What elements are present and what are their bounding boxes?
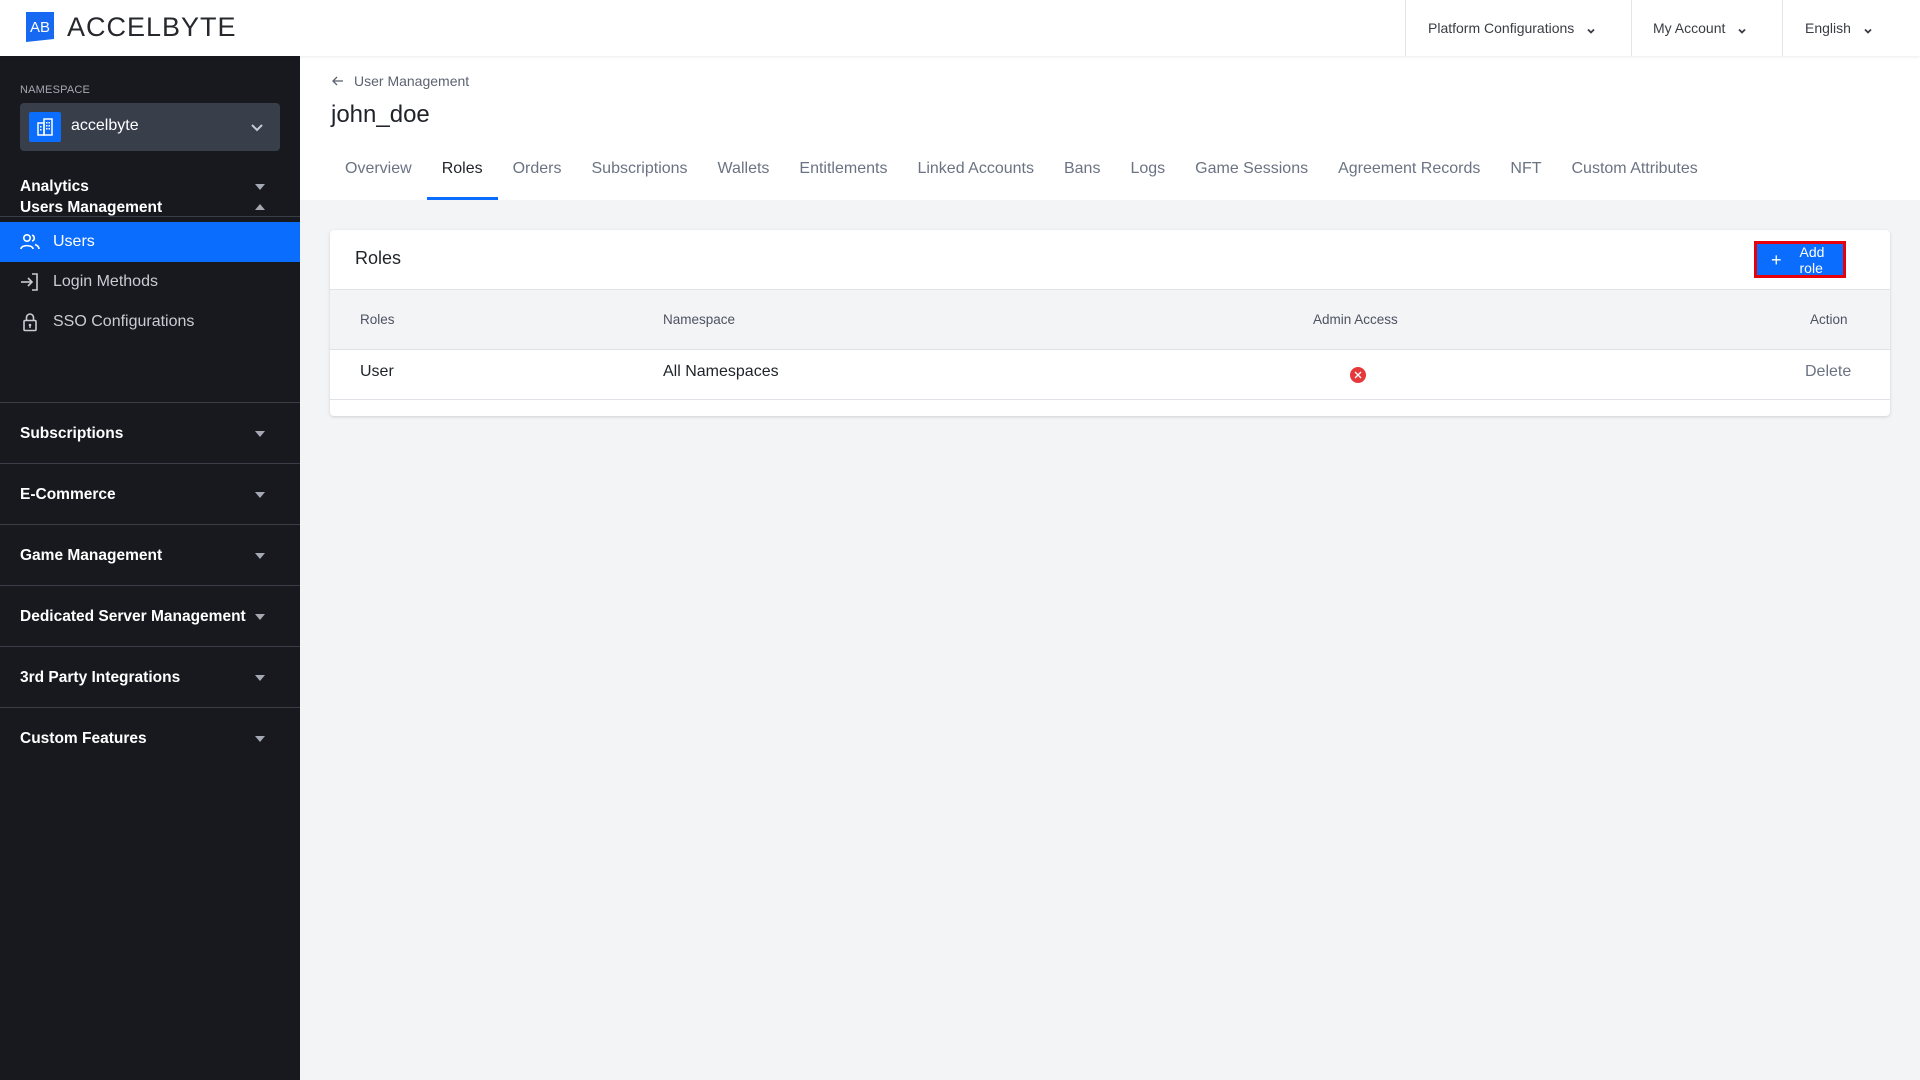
sidebar-section-e-commerce[interactable]: E-Commerce (0, 464, 300, 525)
section-label: E-Commerce (20, 486, 116, 503)
sidebar: NAMESPACE accelbyte Analytics Users Mana… (0, 56, 300, 1080)
breadcrumb-label: User Management (354, 73, 470, 89)
tab-nft[interactable]: NFT (1510, 160, 1541, 200)
plus-icon: + (1771, 249, 1782, 270)
sidebar-item-label: Login Methods (53, 273, 158, 290)
tab-linked-accounts[interactable]: Linked Accounts (917, 160, 1034, 200)
page-header: User Management john_doe Overview Roles … (300, 56, 1920, 200)
section-label: Users Management (20, 199, 163, 216)
platform-configurations-label: Platform Configurations (1428, 20, 1575, 36)
caret-down-icon (255, 431, 265, 437)
tab-overview[interactable]: Overview (345, 160, 412, 200)
chevron-down-icon (250, 120, 264, 139)
sidebar-section-custom-features[interactable]: Custom Features (0, 708, 300, 769)
chevron-down-icon (1863, 23, 1873, 34)
tab-orders[interactable]: Orders (513, 160, 562, 200)
tab-subscriptions[interactable]: Subscriptions (592, 160, 688, 200)
roles-card: Roles + Add role Roles Namespace Admin A… (330, 230, 1890, 416)
sidebar-section-subscriptions[interactable]: Subscriptions (0, 403, 300, 464)
delete-role-link[interactable]: Delete (1805, 363, 1851, 381)
admin-access-false-icon (1350, 367, 1366, 383)
column-header-action: Action (1810, 312, 1848, 327)
sidebar-item-login-methods[interactable]: Login Methods (0, 262, 300, 302)
lock-icon (20, 312, 40, 332)
login-icon (20, 272, 40, 292)
caret-down-icon (255, 492, 265, 498)
column-header-admin-access: Admin Access (1313, 312, 1398, 327)
sidebar-section-users-management[interactable]: Users Management (0, 178, 300, 218)
sidebar-item-users[interactable]: Users (0, 222, 300, 262)
namespace-selector[interactable]: accelbyte (20, 103, 280, 151)
card-title: Roles (355, 248, 402, 268)
top-header: AB ACCELBYTE Platform Configurations My … (0, 0, 1920, 56)
role-cell: User (360, 363, 394, 380)
sidebar-item-label: SSO Configurations (53, 313, 195, 330)
table-row: User All Namespaces Delete (330, 350, 1890, 400)
tab-roles[interactable]: Roles (426, 160, 498, 200)
caret-down-icon (255, 675, 265, 681)
table-header: Roles Namespace Admin Access Action (330, 289, 1890, 350)
caret-up-icon (255, 204, 265, 210)
page-title: john_doe (331, 101, 430, 128)
add-role-label: Add role (1799, 243, 1825, 276)
tab-bans[interactable]: Bans (1064, 160, 1100, 200)
caret-down-icon (255, 736, 265, 742)
namespace-value: accelbyte (71, 117, 139, 134)
namespace-cell: All Namespaces (663, 363, 779, 380)
tab-custom-attributes[interactable]: Custom Attributes (1572, 160, 1698, 200)
building-icon (29, 112, 61, 142)
column-header-roles: Roles (360, 312, 395, 327)
section-label: Subscriptions (20, 425, 124, 442)
chevron-down-icon (1586, 23, 1596, 34)
users-icon (20, 232, 40, 252)
language-menu[interactable]: English (1782, 0, 1920, 56)
user-tabs: Overview Roles Orders Subscriptions Wall… (345, 160, 1728, 200)
tab-agreement-records[interactable]: Agreement Records (1338, 160, 1480, 200)
sidebar-section-3rd-party-integrations[interactable]: 3rd Party Integrations (0, 647, 300, 708)
chevron-down-icon (1737, 23, 1747, 34)
svg-text:AB: AB (30, 19, 50, 36)
arrow-left-icon (332, 73, 344, 89)
breadcrumb[interactable]: User Management (332, 73, 469, 89)
my-account-menu[interactable]: My Account (1631, 0, 1782, 56)
brand-name: ACCELBYTE (67, 12, 237, 42)
my-account-label: My Account (1653, 20, 1726, 36)
column-header-namespace: Namespace (663, 312, 736, 327)
caret-down-icon (255, 614, 265, 620)
language-label: English (1805, 20, 1851, 36)
section-label: Game Management (20, 547, 163, 564)
tab-entitlements[interactable]: Entitlements (799, 160, 887, 200)
section-label: 3rd Party Integrations (20, 669, 181, 686)
section-label: Custom Features (20, 730, 147, 747)
section-label: Dedicated Server Management (20, 608, 246, 625)
sidebar-item-sso-configurations[interactable]: SSO Configurations (0, 302, 300, 342)
sidebar-item-label: Users (53, 233, 95, 250)
tab-wallets[interactable]: Wallets (718, 160, 770, 200)
sidebar-section-game-management[interactable]: Game Management (0, 525, 300, 586)
tab-logs[interactable]: Logs (1130, 160, 1165, 200)
add-role-button[interactable]: + Add role (1754, 241, 1846, 278)
accelbyte-logo[interactable]: AB ACCELBYTE (26, 12, 237, 42)
accelbyte-logo-icon: AB (26, 12, 54, 42)
caret-down-icon (255, 553, 265, 559)
sidebar-section-dedicated-server-management[interactable]: Dedicated Server Management (0, 586, 300, 647)
namespace-label: NAMESPACE (20, 84, 91, 96)
tab-game-sessions[interactable]: Game Sessions (1195, 160, 1308, 200)
platform-configurations-menu[interactable]: Platform Configurations (1405, 0, 1631, 56)
